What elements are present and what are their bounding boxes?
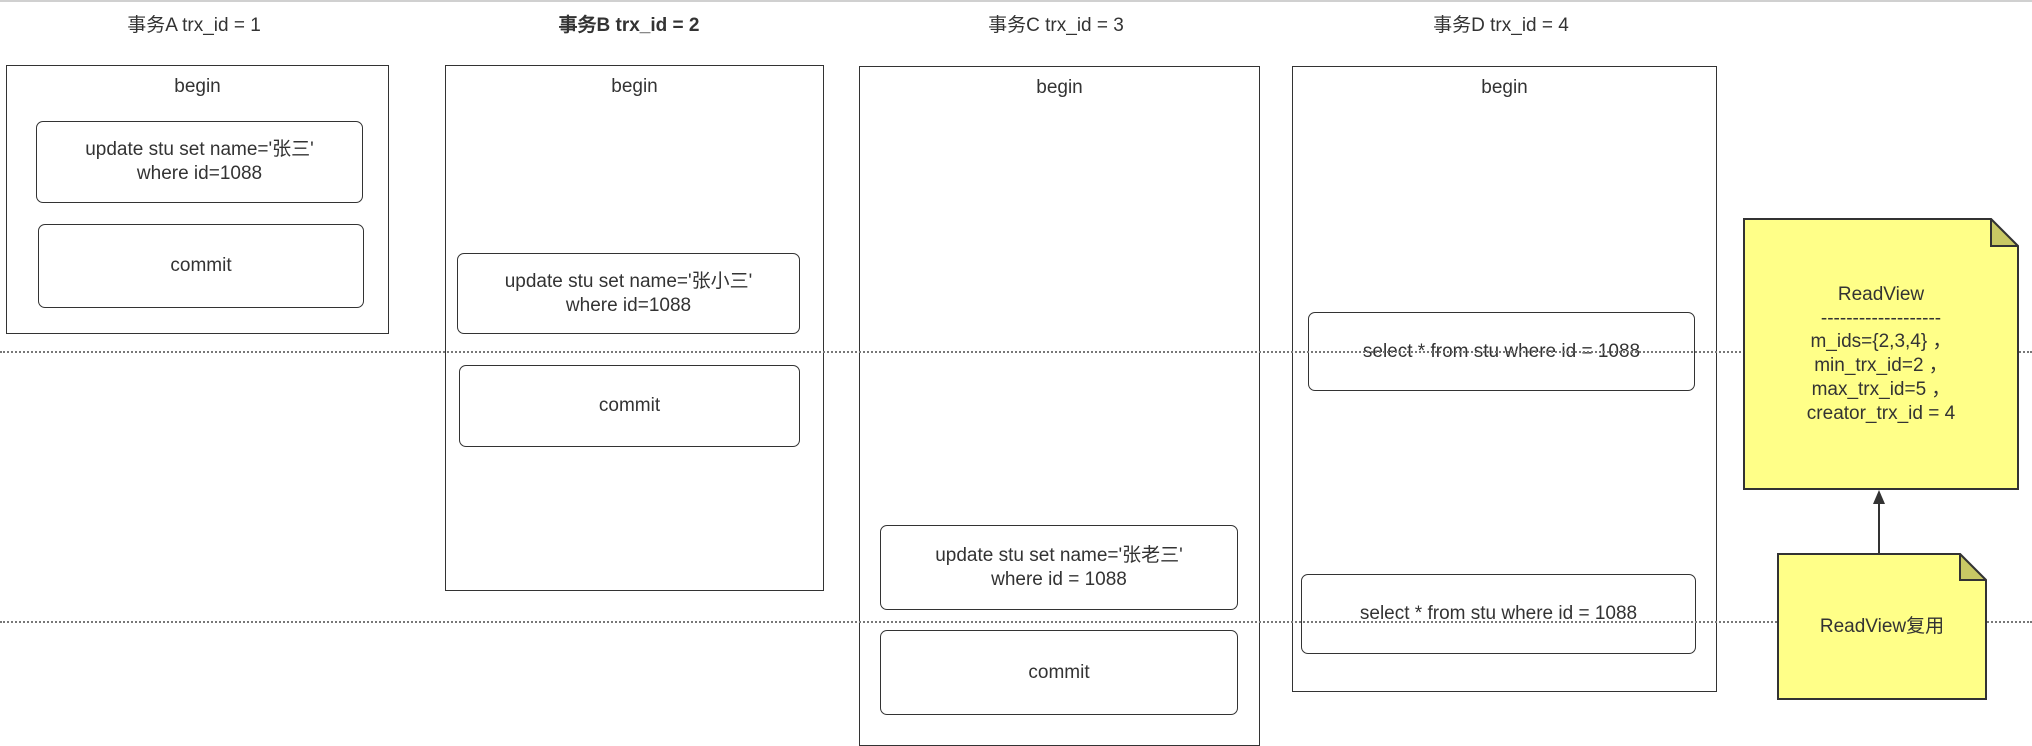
readview-max-trx-id: max_trx_id=5 ， — [1811, 378, 1951, 400]
transaction-c-title: 事务C trx_id = 3 — [988, 15, 1124, 36]
timeline-divider-1 — [0, 351, 2032, 353]
transaction-d-select-2: select * from stu where id = 1088 — [1301, 574, 1696, 654]
begin-label: begin — [611, 76, 658, 97]
transaction-c-commit: commit — [880, 630, 1238, 715]
transaction-d-title: 事务D trx_id = 4 — [1433, 15, 1569, 36]
transaction-c-update: update stu set name='张老三' where id = 108… — [880, 525, 1238, 610]
begin-label: begin — [174, 76, 221, 97]
begin-label: begin — [1036, 77, 1083, 98]
transaction-a-title: 事务A trx_id = 1 — [127, 15, 261, 36]
transaction-b-commit: commit — [459, 365, 800, 447]
transaction-b-update: update stu set name='张小三' where id=1088 — [457, 253, 800, 334]
readview-separator: ------------------- — [1820, 307, 1942, 329]
top-border — [0, 0, 2032, 2]
readview-creator-trx-id: creator_trx_id = 4 — [1806, 402, 1956, 424]
readview-note: ReadView ------------------- m_ids={2,3,… — [1743, 218, 2019, 490]
transaction-b-title: 事务B trx_id = 2 — [558, 15, 700, 36]
readview-reuse-label: ReadView复用 — [1819, 615, 1945, 637]
transaction-a-update: update stu set name='张三' where id=1088 — [36, 121, 363, 203]
readview-m-ids: m_ids={2,3,4} ， — [1810, 331, 1952, 353]
readview-title: ReadView — [1837, 283, 1925, 305]
timeline-divider-2 — [0, 621, 2032, 623]
readview-min-trx-id: min_trx_id=2 ， — [1814, 355, 1948, 376]
arrow-up-icon — [1873, 490, 1885, 554]
begin-label: begin — [1481, 77, 1528, 98]
transaction-a-commit: commit — [38, 224, 364, 308]
readview-reuse-note: ReadView复用 — [1777, 553, 1987, 700]
